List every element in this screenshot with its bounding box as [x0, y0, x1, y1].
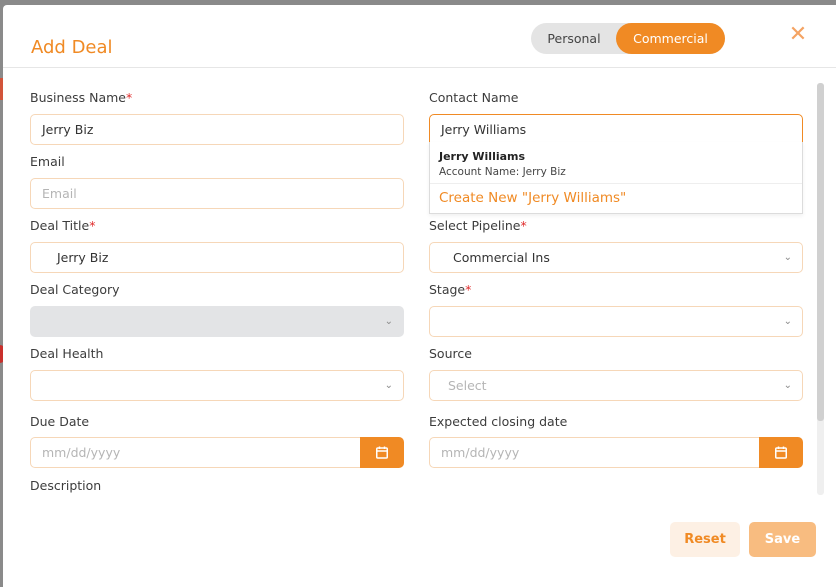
email-input[interactable]: Email — [30, 178, 404, 209]
deal-health-select[interactable]: ⌄ — [30, 370, 404, 401]
chevron-down-icon: ⌄ — [384, 316, 393, 327]
deal-title-label: Deal Title* — [30, 218, 96, 233]
modal-title: Add Deal — [31, 37, 113, 58]
required-marker: * — [125, 90, 133, 105]
select-pipeline-label: Select Pipeline* — [429, 218, 527, 233]
business-name-input[interactable]: Jerry Biz — [30, 114, 404, 145]
email-label: Email — [30, 154, 65, 169]
select-pipeline-select[interactable]: Commercial Ins ⌄ — [429, 242, 803, 273]
reset-button[interactable]: Reset — [670, 522, 740, 557]
modal-header: Add Deal Personal Commercial ✕ — [3, 5, 836, 68]
calendar-icon — [775, 446, 787, 459]
chevron-down-icon: ⌄ — [783, 380, 792, 391]
deal-title-input[interactable]: Jerry Biz — [30, 242, 404, 273]
close-icon[interactable]: ✕ — [786, 23, 810, 47]
source-label: Source — [429, 346, 472, 361]
contact-suggestions-dropdown: Jerry Williams Account Name: Jerry Biz C… — [429, 142, 803, 214]
source-select[interactable]: Select ⌄ — [429, 370, 803, 401]
form-scrollbar[interactable] — [817, 83, 824, 495]
chevron-down-icon: ⌄ — [783, 252, 792, 263]
stage-select[interactable]: ⌄ — [429, 306, 803, 337]
add-deal-modal: Add Deal Personal Commercial ✕ Business … — [3, 5, 836, 587]
business-name-label: Business Name* — [30, 90, 133, 105]
chevron-down-icon: ⌄ — [384, 380, 393, 391]
save-button[interactable]: Save — [749, 522, 816, 557]
deal-health-label: Deal Health — [30, 346, 104, 361]
expected-closing-date-label: Expected closing date — [429, 414, 568, 429]
due-date-input[interactable]: mm/dd/yyyy — [30, 437, 362, 468]
contact-name-label: Contact Name — [429, 90, 519, 105]
deal-category-label: Deal Category — [30, 282, 120, 297]
due-date-calendar-button[interactable] — [360, 437, 404, 468]
required-marker: * — [520, 218, 527, 233]
due-date-label: Due Date — [30, 414, 90, 429]
calendar-icon — [376, 446, 388, 459]
required-marker: * — [465, 282, 472, 297]
suggestion-name: Jerry Williams — [439, 150, 526, 163]
stage-label: Stage* — [429, 282, 472, 297]
expected-closing-date-calendar-button[interactable] — [759, 437, 803, 468]
select-pipeline-value: Commercial Ins — [453, 250, 550, 265]
expected-closing-date-input[interactable]: mm/dd/yyyy — [429, 437, 761, 468]
contact-name-input[interactable]: Jerry Williams — [429, 114, 803, 145]
create-new-contact-link[interactable]: Create New "Jerry Williams" — [439, 190, 626, 206]
toggle-personal[interactable]: Personal — [531, 23, 617, 54]
deal-type-toggle: Personal Commercial — [531, 23, 725, 54]
contact-suggestion-item[interactable]: Jerry Williams Account Name: Jerry Biz — [430, 142, 802, 184]
description-label: Description — [30, 478, 102, 493]
chevron-down-icon: ⌄ — [783, 316, 792, 327]
suggestion-account: Account Name: Jerry Biz — [439, 166, 566, 178]
scrollbar-thumb[interactable] — [817, 83, 824, 421]
source-placeholder: Select — [448, 378, 487, 393]
toggle-commercial[interactable]: Commercial — [616, 23, 725, 54]
required-marker: * — [89, 218, 96, 233]
deal-category-select[interactable]: ⌄ — [30, 306, 404, 337]
